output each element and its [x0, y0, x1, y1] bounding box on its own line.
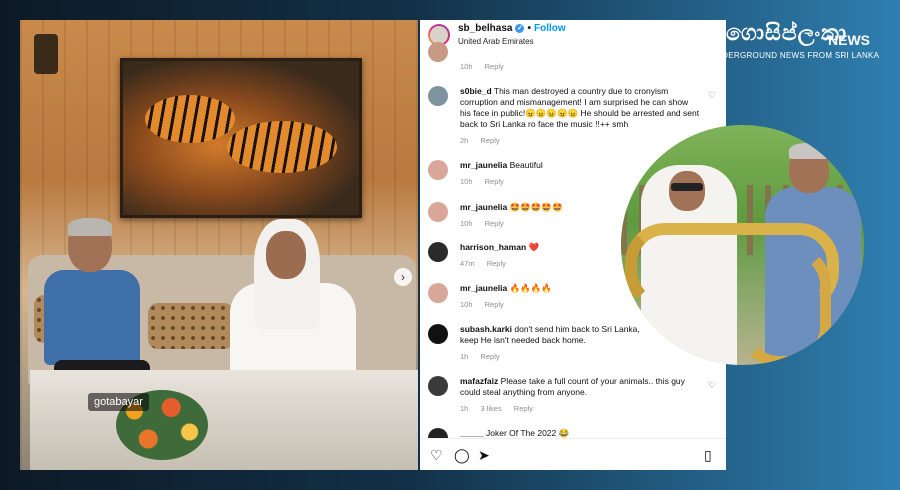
logo-mark-icon [698, 22, 722, 46]
bookmark-icon[interactable]: ▯ [704, 447, 712, 464]
tiger-tapestry [120, 58, 362, 218]
user-tag[interactable]: gotabayar [88, 393, 149, 411]
reply-button[interactable]: Reply [485, 62, 504, 71]
face [669, 171, 705, 211]
commenter-username[interactable]: subash.karki [460, 324, 512, 334]
comment-meta: 10h Reply [460, 62, 514, 71]
reply-button[interactable]: Reply [485, 219, 504, 228]
sunglasses [671, 183, 703, 191]
verified-badge-icon: ✓ [515, 23, 525, 33]
logo-subtitle: UNDERGROUND NEWS FROM SRI LANKA [710, 51, 880, 60]
reply-button[interactable]: Reply [487, 259, 506, 268]
follow-button[interactable]: Follow [534, 23, 566, 34]
reply-button[interactable]: Reply [514, 404, 533, 413]
comment-text: subash.karki don't send him back to Sri … [460, 324, 660, 346]
commenter-avatar[interactable] [428, 202, 448, 222]
commenter-username[interactable]: _____ [460, 428, 484, 438]
comment-meta: 47m Reply [460, 259, 516, 268]
comment-text: mafazfaiz Please take a full count of yo… [460, 376, 700, 398]
chevron-right-icon[interactable]: › [394, 268, 412, 286]
comment-likes[interactable]: 3 likes [480, 404, 501, 413]
comment-body: 🔥🔥🔥🔥 [509, 283, 552, 293]
commenter-avatar[interactable] [428, 242, 448, 262]
commenter-avatar[interactable] [428, 86, 448, 106]
wall-lamp [34, 34, 58, 74]
commenter-avatar[interactable] [428, 428, 448, 438]
comment-time: 10h [460, 177, 473, 186]
commenter-username[interactable]: mafazfaiz [460, 376, 498, 386]
post-header: sb_belhasa ✓ • Follow United Arab Emirates [420, 20, 726, 50]
comment-meta: 10h Reply [460, 219, 514, 228]
blue-shirt [44, 270, 140, 365]
comment-body: ❤️ [528, 242, 540, 252]
commenter-avatar[interactable] [428, 376, 448, 396]
comment-time: 10h [460, 300, 473, 309]
comment-time: 1h [460, 404, 469, 413]
comment-body: This man destroyed a country due to cron… [460, 86, 700, 129]
face [266, 231, 306, 279]
comment-time: 1h [460, 352, 469, 361]
comment-like-icon[interactable]: ♡ [708, 90, 716, 101]
comment-item: _____ Joker Of The 2022 😂 [428, 428, 720, 438]
commenter-username[interactable]: harrison_haman [460, 242, 526, 252]
send-icon[interactable]: ➤ [478, 447, 490, 464]
post-actions-bar: ♡ ◯ ➤ ▯ [420, 438, 726, 470]
gossip-lanka-logo: ගොසිප්ලංකා NEWS UNDERGROUND NEWS FROM SR… [698, 20, 880, 64]
post-location[interactable]: United Arab Emirates [458, 37, 534, 46]
post-photo-right [621, 125, 864, 365]
comment-meta: 10h Reply [460, 177, 514, 186]
post-username[interactable]: sb_belhasa [458, 23, 512, 34]
commenter-avatar[interactable] [428, 283, 448, 303]
comment-text: s0bie_d This man destroyed a country due… [460, 86, 700, 130]
commenter-avatar[interactable] [428, 324, 448, 344]
reply-button[interactable]: Reply [485, 300, 504, 309]
comment-body: Beautiful [509, 160, 543, 170]
tiger-figure [227, 121, 337, 173]
comment-body: Joker Of The 2022 😂 [486, 428, 570, 438]
reply-button[interactable]: Reply [480, 352, 499, 361]
comment-item: mafazfaiz Please take a full count of yo… [428, 376, 720, 416]
comment-meta: 1h Reply [460, 352, 510, 361]
python-snake [739, 245, 831, 365]
comment-meta: 10h Reply [460, 300, 514, 309]
comment-meta: 1h 3 likes Reply [460, 404, 543, 413]
post-username-line: sb_belhasa ✓ • Follow [458, 23, 566, 34]
post-photo-left: gotabayar › [20, 20, 418, 470]
comment-time: 2h [460, 136, 469, 145]
comment-icon[interactable]: ◯ [454, 447, 470, 464]
separator-dot: • [527, 23, 531, 34]
commenter-username[interactable]: mr_jaunelia [460, 202, 507, 212]
commenter-username[interactable]: s0bie_d [460, 86, 492, 96]
grey-hair [68, 218, 112, 236]
comment-time: 10h [460, 62, 473, 71]
commenter-avatar[interactable] [428, 160, 448, 180]
heart-icon[interactable]: ♡ [430, 447, 443, 464]
tiger-figure [145, 95, 235, 143]
comment-item: s0bie_d This man destroyed a country due… [428, 86, 720, 148]
comment-like-icon[interactable]: ♡ [708, 380, 716, 391]
comment-text: _____ Joker Of The 2022 😂 [460, 428, 700, 438]
coffee-table [30, 370, 418, 470]
reply-button[interactable]: Reply [485, 177, 504, 186]
comment-meta: 2h Reply [460, 136, 510, 145]
reply-button[interactable]: Reply [480, 136, 499, 145]
grey-hair [789, 143, 829, 159]
comment-time: 47m [460, 259, 475, 268]
commenter-username[interactable]: mr_jaunelia [460, 160, 507, 170]
comment-item: 10h Reply [428, 42, 720, 72]
logo-news: NEWS [828, 32, 870, 48]
comment-body: 🤩🤩🤩🤩🤩 [509, 202, 563, 212]
commenter-username[interactable]: mr_jaunelia [460, 283, 507, 293]
commenter-avatar[interactable] [428, 42, 448, 62]
comment-time: 10h [460, 219, 473, 228]
